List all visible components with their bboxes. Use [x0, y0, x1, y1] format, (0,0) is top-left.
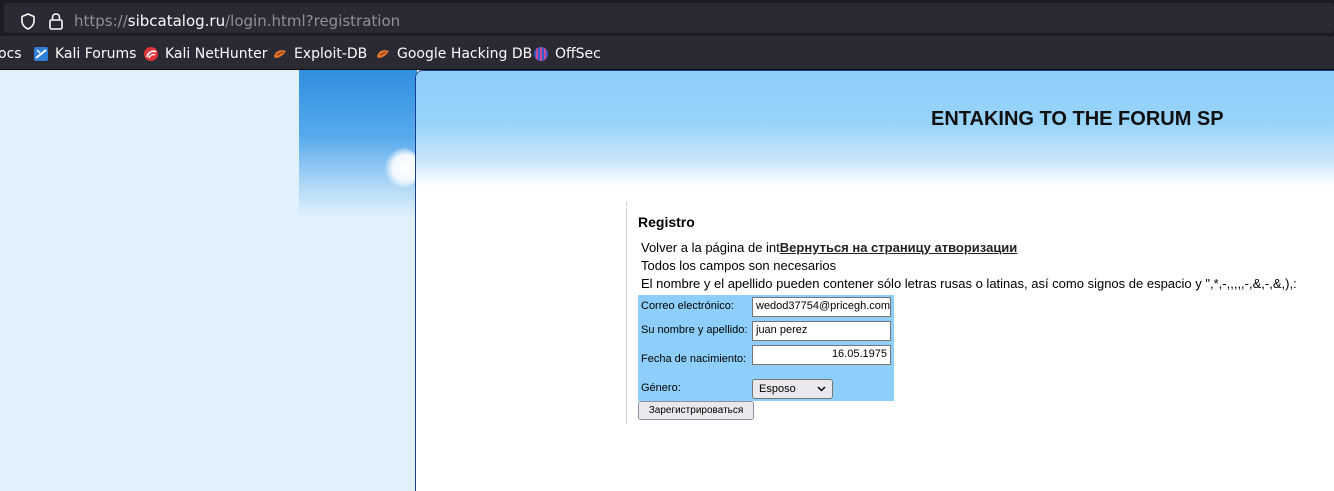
bookmark-offsec[interactable]: OffSec: [533, 45, 601, 63]
bookmark-kali-forums[interactable]: Kali Forums: [33, 45, 136, 63]
kali-forums-icon: [34, 47, 48, 61]
bookmark-kali-nethunter[interactable]: Kali NetHunter: [143, 45, 267, 63]
url-path: /login.html?registration: [225, 12, 401, 30]
email-field[interactable]: wedod37754@pricegh.com: [752, 297, 891, 317]
gender-selected-value: Esposo: [759, 383, 796, 395]
name-field[interactable]: juan perez: [752, 321, 891, 341]
register-button[interactable]: Зарегистрироваться: [638, 401, 754, 420]
bookmark-label: Google Hacking DB: [397, 46, 533, 62]
url-host: sibcatalog.ru: [127, 12, 226, 30]
birthdate-label: Fecha de nacimiento:: [641, 353, 747, 365]
bookmark-exploit-db[interactable]: Exploit-DB: [272, 45, 367, 63]
url-text[interactable]: https://sibcatalog.ru/login.html?registr…: [74, 12, 400, 30]
header-banner: ENTAKING TO THE FORUM SP: [416, 71, 1334, 187]
bookmark-google-hacking-db[interactable]: Google Hacking DB: [375, 45, 532, 63]
kali-nethunter-icon: [144, 47, 158, 61]
registration-form: Correo electrónico: wedod37754@pricegh.c…: [638, 295, 894, 401]
web-page: ENTAKING TO THE FORUM SP Registro Volver…: [0, 70, 1334, 491]
bookmark-label: Kali Forums: [55, 46, 137, 62]
main-panel: ENTAKING TO THE FORUM SP Registro Volver…: [415, 70, 1334, 491]
registration-heading: Registro: [638, 214, 695, 230]
address-bar[interactable]: https://sibcatalog.ru/login.html?registr…: [4, 3, 1334, 33]
back-text: Volver a la página de int: [641, 240, 780, 255]
name-label: Su nombre y apellido:: [641, 324, 748, 336]
all-required-note: Todos los campos son necesarios: [641, 258, 837, 273]
back-line: Volver a la página de intВернуться на ст…: [641, 240, 1017, 255]
bookmarks-toolbar: ocs Kali Forums Kali NetHunter Exploit-D…: [0, 36, 1334, 70]
sky-decoration: [299, 70, 417, 218]
url-scheme: https://: [74, 12, 128, 30]
exploit-db-icon: [274, 50, 286, 58]
ghdb-icon: [377, 50, 389, 58]
name-rule-note: El nombre y el apellido pueden contener …: [641, 276, 1297, 291]
lock-icon[interactable]: [48, 12, 64, 30]
browser-toolbar: https://sibcatalog.ru/login.html?registr…: [0, 0, 1334, 36]
bookmark-label: Exploit-DB: [294, 46, 368, 62]
bookmark-label: OffSec: [555, 46, 601, 62]
email-label: Correo electrónico:: [641, 300, 734, 312]
gender-select[interactable]: Esposo: [752, 379, 833, 399]
registration-section: Registro Volver a la página de intВернут…: [626, 202, 1326, 423]
bookmark-label: ocs: [0, 46, 22, 62]
shield-icon[interactable]: [20, 13, 36, 30]
forum-title: ENTAKING TO THE FORUM SP: [931, 108, 1224, 130]
bookmark-docs[interactable]: ocs: [0, 45, 22, 63]
back-to-login-link[interactable]: Вернуться на страницу атворизации: [780, 240, 1018, 255]
chevron-down-icon: [817, 386, 826, 392]
gender-label: Género:: [641, 382, 681, 394]
bookmark-label: Kali NetHunter: [165, 46, 268, 62]
offsec-icon: [534, 47, 548, 61]
birthdate-field[interactable]: 16.05.1975: [752, 345, 891, 365]
